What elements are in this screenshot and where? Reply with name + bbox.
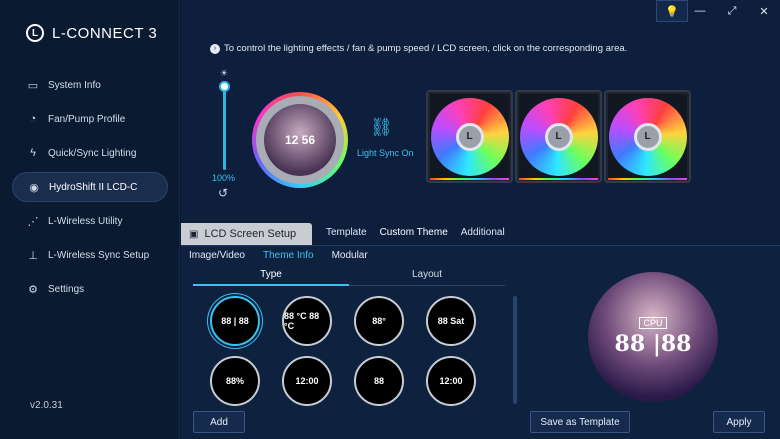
type-layout-toggle: Type Layout (193, 268, 505, 286)
instruction-hint: › To control the lighting effects / fan … (210, 43, 627, 54)
app-title: L-CONNECT 3 (52, 24, 158, 42)
fan-array: L L L (426, 90, 691, 183)
brightness-slider-handle[interactable] (219, 81, 230, 92)
theme-thumb[interactable]: 88% (210, 356, 260, 406)
pump-lcd-device[interactable]: 12 56 (252, 92, 348, 188)
brightness-value: 100% (212, 173, 236, 183)
save-as-template-button[interactable]: Save as Template (530, 411, 630, 433)
pump-bezel: 12 56 (256, 96, 344, 184)
fan-hub-icon: L (633, 122, 662, 151)
theme-thumb[interactable]: 88 | 88 (210, 296, 260, 346)
hint-text: To control the lighting effects / fan & … (224, 43, 628, 54)
close-icon[interactable]: ✕ (748, 0, 780, 22)
gauge-icon: ◔ (29, 113, 37, 125)
preview-cpu-label: CPU (639, 317, 667, 329)
theme-thumb[interactable]: 12:00 (426, 356, 476, 406)
lightning-icon: ϟ (30, 147, 36, 159)
fan-2[interactable]: L (515, 90, 602, 183)
sidebar-item-label: HydroShift II LCD-C (49, 181, 138, 193)
minimize-icon[interactable]: — (684, 0, 716, 22)
theme-thumb[interactable]: 88 Sat (426, 296, 476, 346)
fan-3[interactable]: L (604, 90, 691, 183)
theme-thumb[interactable]: 12:00 (282, 356, 332, 406)
sidebar-item-label: System Info (48, 79, 101, 91)
lcd-preview: CPU 88 |88 (588, 272, 718, 402)
sidebar-item-l-wireless-sync-setup[interactable]: ⊥ L-Wireless Sync Setup (12, 240, 168, 270)
sidebar-item-label: Settings (48, 283, 85, 295)
image-icon: ▣ (189, 228, 199, 240)
fan-rgb-ring: L (430, 97, 509, 176)
brand: L L-CONNECT 3 (26, 24, 157, 42)
tab-template[interactable]: Template (326, 227, 367, 238)
fan-1[interactable]: L (426, 90, 513, 183)
sidebar-item-label: L-Wireless Utility (48, 215, 123, 227)
window-controls: — ⤢ ✕ (684, 0, 780, 22)
thumbnail-scrollbar[interactable] (513, 296, 517, 404)
theme-thumb[interactable]: 88 (354, 356, 404, 406)
theme-thumbnail-grid: 88 | 88 88 °C 88 °C 88° 88 Sat 88% 12:00… (210, 296, 476, 406)
sidebar-item-quick-sync-lighting[interactable]: ϟ Quick/Sync Lighting (12, 138, 168, 168)
sidebar-item-settings[interactable]: ⚙ Settings (12, 274, 168, 304)
theme-thumb[interactable]: 88° (354, 296, 404, 346)
wireless-sync-icon: ⊥ (28, 249, 38, 262)
version-label: v2.0.31 (30, 400, 63, 411)
sidebar: L L-CONNECT 3 ▭ System Info ◔ Fan/Pump P… (0, 0, 180, 439)
sidebar-item-system-info[interactable]: ▭ System Info (12, 70, 168, 100)
pump-icon: ◉ (29, 181, 39, 194)
sidebar-item-l-wireless-utility[interactable]: ⋰ L-Wireless Utility (12, 206, 168, 236)
tab-theme-info[interactable]: Theme Info (263, 250, 314, 261)
tab-image-video[interactable]: Image/Video (189, 250, 245, 261)
fan-rgb-ring: L (608, 97, 687, 176)
sidebar-item-label: L-Wireless Sync Setup (48, 249, 150, 261)
tab-custom-theme[interactable]: Custom Theme (380, 227, 448, 238)
gear-icon: ⚙ (28, 283, 38, 296)
arrow-right-icon: › (210, 43, 220, 54)
sidebar-nav: ▭ System Info ◔ Fan/Pump Profile ϟ Quick… (12, 70, 168, 308)
maximize-icon[interactable]: ⤢ (716, 0, 748, 22)
tab-layout[interactable]: Layout (349, 268, 505, 286)
fan-rgb-ring: L (519, 97, 598, 176)
theme-thumb[interactable]: 88 °C 88 °C (282, 296, 332, 346)
add-button[interactable]: Add (193, 411, 245, 433)
sidebar-item-label: Quick/Sync Lighting (48, 147, 137, 159)
sidebar-item-fan-pump-profile[interactable]: ◔ Fan/Pump Profile (12, 104, 168, 134)
brightness-slider[interactable] (223, 84, 226, 170)
link-icon[interactable]: ⛓ (370, 117, 393, 138)
sidebar-item-label: Fan/Pump Profile (48, 113, 126, 125)
fan-hub-icon: L (544, 122, 573, 151)
preview-values: 88 |88 (614, 331, 692, 357)
reset-icon[interactable]: ↺ (218, 186, 228, 200)
monitor-icon: ▭ (27, 79, 39, 92)
tab-additional[interactable]: Additional (461, 227, 505, 238)
wireless-icon: ⋰ (27, 215, 39, 228)
lcd-sub-tabs: Image/Video Theme Info Modular (189, 250, 368, 261)
lian-li-logo-icon: L (26, 24, 44, 42)
tab-lcd-screen-setup[interactable]: ▣ LCD Screen Setup (181, 223, 312, 245)
tab-type[interactable]: Type (193, 268, 349, 286)
fan-hub-icon: L (455, 122, 484, 151)
tab-modular[interactable]: Modular (332, 250, 368, 261)
sidebar-item-hydroshift-lcd[interactable]: ◉ HydroShift II LCD-C (12, 172, 168, 202)
lcd-top-tabs: Template Custom Theme Additional (326, 227, 505, 238)
pump-lcd-screen: 12 56 (264, 104, 336, 176)
apply-button[interactable]: Apply (713, 411, 765, 433)
light-sync-label[interactable]: Light Sync On (357, 148, 414, 158)
tab-label: LCD Screen Setup (204, 228, 297, 240)
sun-icon: ☀ (220, 68, 229, 78)
